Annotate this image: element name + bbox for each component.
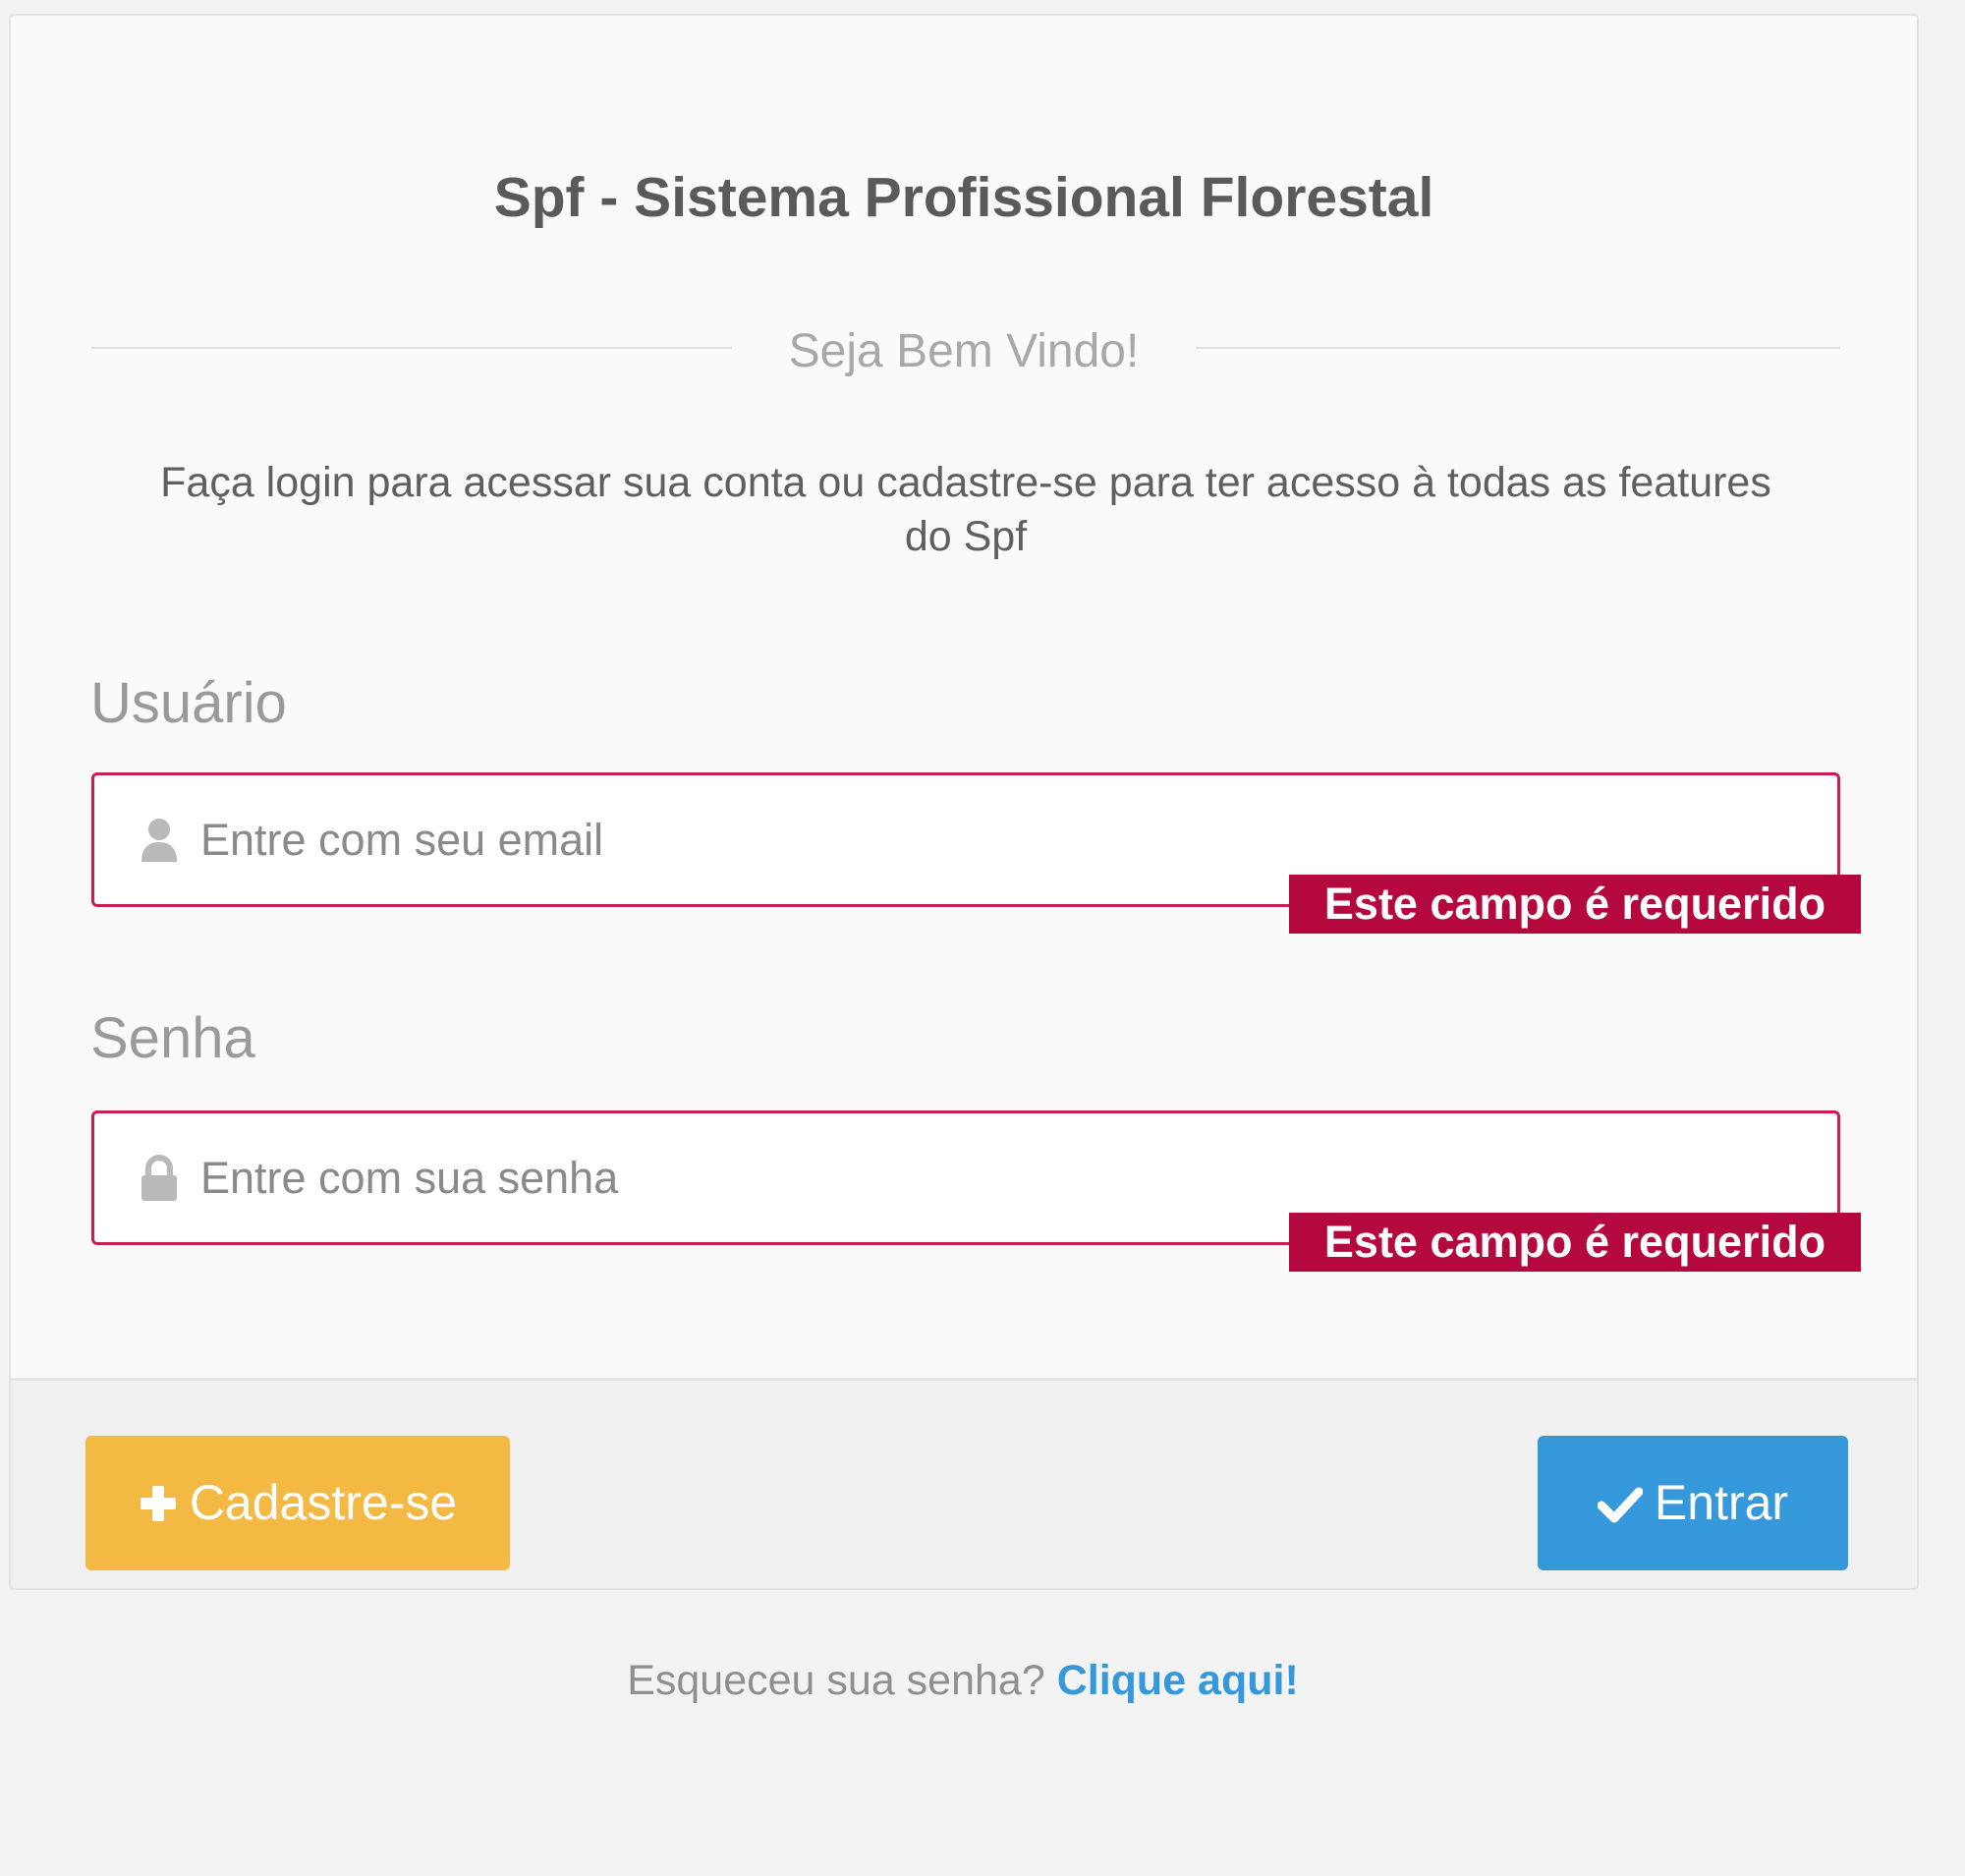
forgot-password: Esqueceu sua senha? Clique aqui! (0, 1654, 1926, 1708)
login-button[interactable]: Entrar (1538, 1436, 1848, 1570)
lock-icon (140, 1155, 179, 1202)
password-error-badge: Este campo é requerido (1289, 1213, 1861, 1272)
password-label: Senha (90, 1006, 255, 1070)
login-card: Spf - Sistema Profissional Florestal Sej… (9, 14, 1919, 1590)
intro-line-2: do Spf (904, 513, 1028, 560)
intro-text: Faça login para acessar sua conta ou cad… (91, 456, 1840, 564)
email-input[interactable] (200, 775, 1281, 904)
divider-left (91, 347, 732, 349)
page-title: Spf - Sistema Profissional Florestal (493, 166, 1434, 229)
card-footer: Cadastre-se Entrar (11, 1378, 1917, 1588)
register-button[interactable]: Cadastre-se (85, 1436, 510, 1570)
user-error-badge: Este campo é requerido (1289, 875, 1861, 934)
user-icon (140, 817, 179, 864)
login-button-label: Entrar (1654, 1475, 1789, 1530)
divider-right (1196, 347, 1840, 349)
plus-icon (139, 1484, 178, 1523)
forgot-password-text: Esqueceu sua senha? (627, 1657, 1045, 1704)
forgot-password-link[interactable]: Clique aqui! (1057, 1657, 1299, 1704)
intro-line-1: Faça login para acessar sua conta ou cad… (160, 459, 1771, 506)
check-icon (1597, 1484, 1643, 1523)
register-button-label: Cadastre-se (189, 1475, 458, 1530)
password-input[interactable] (200, 1113, 1281, 1242)
user-label: Usuário (90, 671, 287, 735)
welcome-heading: Seja Bem Vindo! (788, 325, 1140, 377)
